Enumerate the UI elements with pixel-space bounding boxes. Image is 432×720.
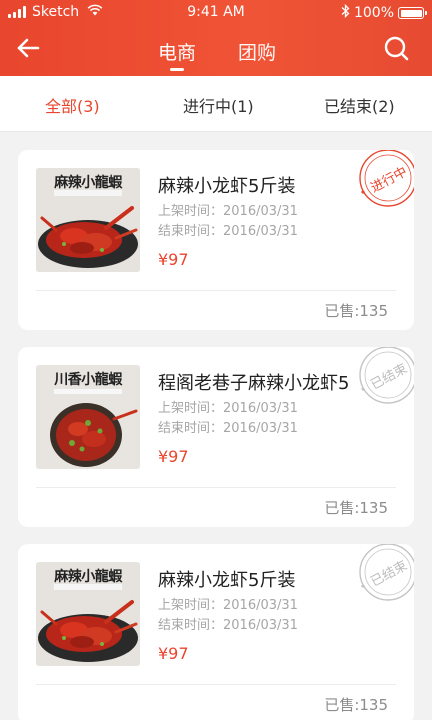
product-price: ¥97 (158, 447, 189, 466)
status-bar: Sketch 9:41 AM 100% (0, 0, 432, 26)
status-stamp-ended: 已结束 (359, 347, 414, 404)
top-tab-bar: 电商 团购 (0, 36, 432, 76)
product-price: ¥97 (158, 644, 189, 663)
end-time: 结束时间：2016/03/31 (158, 421, 298, 436)
app-header: Sketch 9:41 AM 100% 电商 团购 (0, 0, 432, 76)
product-card[interactable]: 麻辣小龍蝦 麻辣小龙虾5斤装 上架时间：2016/03/31 结束时间：2016… (18, 544, 414, 720)
filter-tab-ended[interactable]: 已结束(2) (324, 93, 395, 117)
battery-icon (398, 7, 427, 19)
sold-count: 已售:135 (324, 696, 388, 714)
product-price: ¥97 (158, 250, 189, 269)
active-tab-indicator (170, 68, 184, 71)
filter-tab-bar: 全部(3) 进行中(1) 已结束(2) (0, 76, 432, 132)
card-divider (36, 487, 396, 488)
end-time: 结束时间：2016/03/31 (158, 224, 298, 239)
product-title: 程阁老巷子麻辣小龙虾5 (158, 373, 350, 394)
sold-count: 已售:135 (324, 302, 388, 320)
filter-tab-all[interactable]: 全部(3) (45, 93, 100, 117)
list-time: 上架时间：2016/03/31 (158, 598, 298, 613)
search-button[interactable] (382, 34, 412, 64)
card-divider (36, 290, 396, 291)
product-image: 麻辣小龍蝦 (36, 168, 140, 272)
search-icon (384, 36, 409, 61)
status-stamp-ended: 已结束 (359, 544, 414, 601)
sold-count: 已售:135 (324, 499, 388, 517)
card-divider (36, 684, 396, 685)
end-time: 结束时间：2016/03/31 (158, 618, 298, 633)
product-image-caption: 川香小龍蝦 (54, 372, 122, 388)
tab-ecommerce[interactable]: 电商 (158, 38, 196, 65)
filter-tab-in-progress[interactable]: 进行中(1) (183, 93, 254, 117)
battery-percent: 100% (353, 5, 394, 21)
product-title: 麻辣小龙虾5斤装 (158, 176, 296, 197)
product-image: 川香小龍蝦 (36, 365, 140, 469)
bluetooth-icon (341, 3, 350, 22)
product-image: 麻辣小龍蝦 (36, 562, 140, 666)
product-card[interactable]: 麻辣小龍蝦 麻辣小龙虾5斤装 上架时间：2016/03/31 结束时间：2016… (18, 150, 414, 330)
product-title: 麻辣小龙虾5斤装 (158, 570, 296, 591)
list-time: 上架时间：2016/03/31 (158, 401, 298, 416)
tab-group-buy[interactable]: 团购 (238, 38, 276, 65)
product-image-caption: 麻辣小龍蝦 (54, 569, 122, 585)
product-image-caption: 麻辣小龍蝦 (54, 175, 122, 191)
list-time: 上架时间：2016/03/31 (158, 204, 298, 219)
status-stamp-in-progress: 进行中 (359, 150, 414, 207)
product-card[interactable]: 川香小龍蝦 程阁老巷子麻辣小龙虾5 上架时间：2016/03/31 结束时间：2… (18, 347, 414, 527)
status-stamp-text: 进行中 (368, 164, 409, 196)
